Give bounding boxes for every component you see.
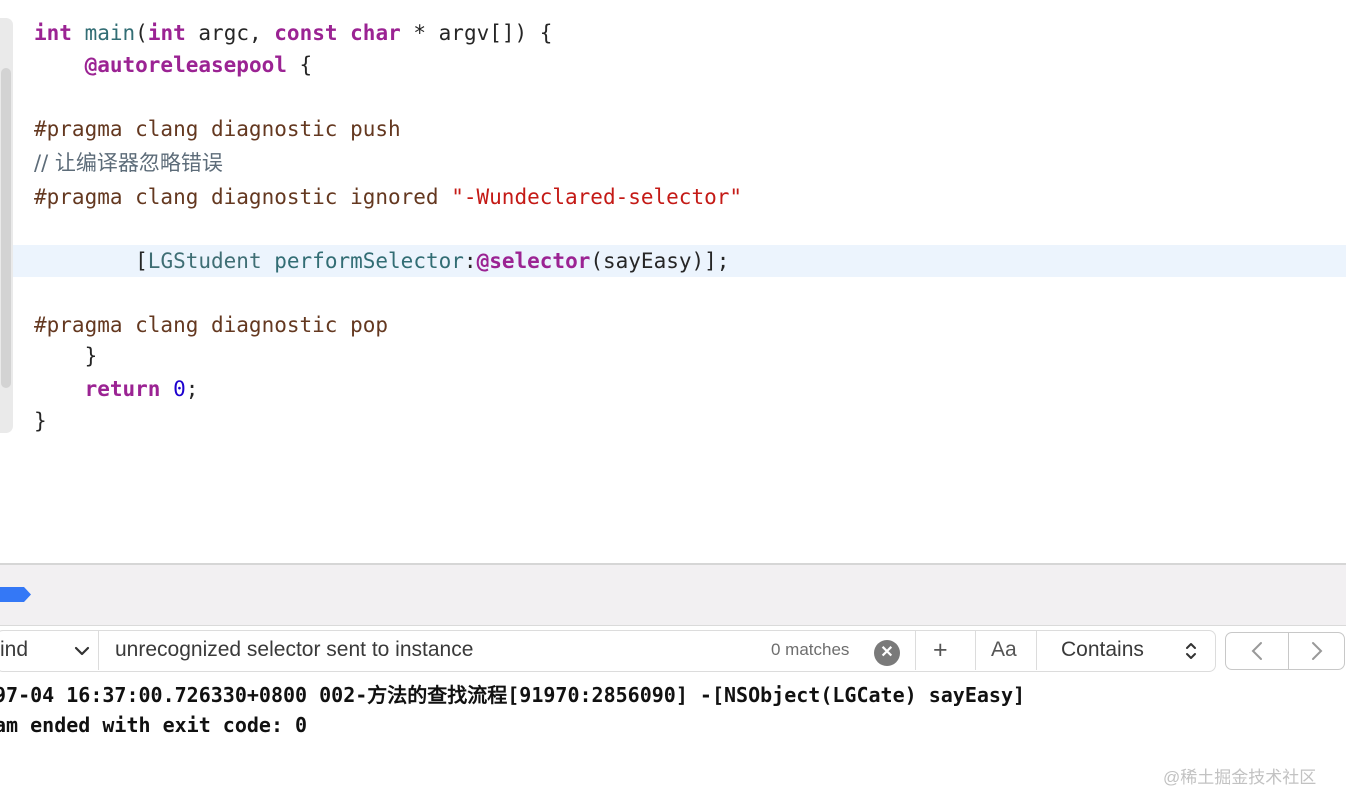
console-line: am ended with exit code: 0 — [0, 713, 308, 737]
next-match-button[interactable] — [1289, 633, 1344, 669]
class-name: LGStudent — [147, 249, 262, 273]
code-line-11[interactable]: } — [34, 340, 98, 372]
code-text: : — [463, 249, 477, 273]
divider — [975, 630, 976, 670]
keyword: int — [147, 21, 186, 45]
code-folding-ribbon[interactable] — [0, 18, 13, 433]
debug-bar — [0, 563, 1346, 626]
code-line-6[interactable]: #pragma clang diagnostic ignored "-Wunde… — [34, 181, 742, 213]
code-text: [ — [34, 249, 148, 273]
keyword: const — [274, 21, 338, 45]
breakpoint-toggle-icon[interactable] — [0, 586, 32, 603]
code-line-8[interactable]: [LGStudent performSelector:@selector(say… — [34, 245, 729, 277]
console-output[interactable]: 97-04 16:37:00.726330+0800 002-方法的查找流程[9… — [0, 680, 1346, 808]
string-literal: "-Wundeclared-selector" — [451, 185, 743, 209]
find-navigation — [1225, 632, 1345, 670]
number-literal: 0 — [173, 377, 186, 401]
chevron-left-icon — [1251, 642, 1262, 660]
code-line-13[interactable]: } — [34, 405, 47, 437]
chevron-right-icon — [1311, 642, 1322, 660]
console-line: 97-04 16:37:00.726330+0800 002-方法的查找流程[9… — [0, 683, 1026, 707]
previous-match-button[interactable] — [1226, 633, 1288, 669]
code-text: argc, — [185, 21, 275, 45]
code-line-2[interactable]: @autoreleasepool { — [34, 49, 313, 81]
method-name: performSelector — [274, 249, 464, 273]
keyword: @selector — [476, 249, 591, 273]
chevron-down-icon[interactable] — [74, 645, 90, 657]
match-type-select[interactable]: Contains — [1061, 630, 1144, 670]
divider — [915, 630, 916, 670]
fold-region[interactable] — [1, 68, 11, 388]
updown-chevron-icon[interactable] — [1185, 641, 1197, 661]
divider — [98, 630, 99, 670]
keyword: int — [34, 21, 72, 45]
keyword: @autoreleasepool — [84, 53, 287, 77]
search-input[interactable]: unrecognized selector sent to instance — [115, 630, 473, 670]
ignore-case-button[interactable]: Aa — [991, 630, 1017, 670]
watermark: @稀土掘金技术社区 — [1163, 768, 1317, 787]
clear-search-button[interactable]: ✕ — [874, 640, 900, 666]
function-name: main — [84, 21, 136, 45]
code-editor[interactable]: int main(int argc, const char * argv[]) … — [0, 0, 1346, 563]
code-text: { — [286, 53, 313, 77]
add-pattern-button[interactable]: + — [933, 630, 948, 670]
find-bar: ind unrecognized selector sent to instan… — [0, 628, 1346, 674]
code-comment[interactable]: // 让编译器忽略错误 — [34, 147, 223, 179]
code-text: * argv[]) { — [400, 21, 553, 45]
match-count: 0 matches — [771, 640, 850, 659]
divider — [1036, 630, 1037, 670]
code-text: ; — [185, 377, 199, 401]
code-line-12[interactable]: return 0; — [34, 373, 199, 405]
keyword: char — [350, 21, 401, 45]
preprocessor: #pragma clang diagnostic ignored — [34, 185, 452, 209]
code-line-10[interactable]: #pragma clang diagnostic pop — [34, 309, 388, 341]
code-text: (sayEasy)]; — [590, 249, 730, 273]
code-line-1[interactable]: int main(int argc, const char * argv[]) … — [34, 17, 552, 49]
code-line-4[interactable]: #pragma clang diagnostic push — [34, 113, 401, 145]
find-mode-label[interactable]: ind — [0, 630, 28, 670]
code-text: ( — [135, 21, 148, 45]
keyword: return — [84, 377, 161, 401]
